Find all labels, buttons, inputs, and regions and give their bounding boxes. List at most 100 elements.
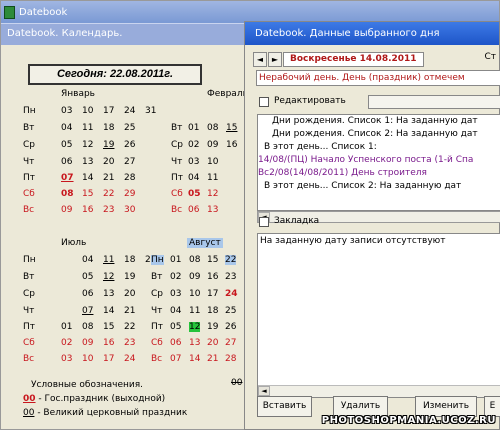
day-cell[interactable]: 04 (170, 306, 190, 316)
bookmark-checkbox[interactable] (259, 217, 269, 227)
day-cell[interactable]: 09 (189, 272, 209, 282)
day-cell[interactable]: 18 (207, 306, 227, 316)
day-cell[interactable]: 25 (225, 306, 245, 316)
edit-checkbox[interactable] (259, 97, 269, 107)
day-cell[interactable]: 06 (82, 289, 102, 299)
day-cell[interactable]: 03 (188, 157, 208, 167)
day-cell[interactable]: 23 (124, 338, 144, 348)
day-cell[interactable]: 05 (61, 140, 81, 150)
day-cell[interactable]: 10 (82, 354, 102, 364)
day-cell[interactable]: 07 (82, 306, 102, 316)
day-cell[interactable]: 01 (170, 255, 190, 265)
day-cell[interactable]: 12 (103, 272, 123, 282)
day-cell[interactable]: 13 (82, 157, 102, 167)
day-cell[interactable]: 21 (124, 306, 144, 316)
day-cell[interactable]: 04 (188, 173, 208, 183)
day-cell[interactable]: 08 (207, 123, 227, 133)
day-cell[interactable]: 09 (61, 205, 81, 215)
prev-day-button[interactable]: ◄ (253, 52, 267, 67)
day-cell[interactable]: 01 (188, 123, 208, 133)
events-list[interactable]: Дни рождения. Список 1: На заданную дат … (257, 114, 500, 211)
day-cell[interactable]: 05 (82, 272, 102, 282)
day-cell[interactable]: 07 (170, 354, 190, 364)
day-cell[interactable]: 18 (124, 255, 144, 265)
day-cell[interactable]: 11 (103, 255, 123, 265)
day-cell[interactable]: 15 (103, 322, 123, 332)
day-cell[interactable]: 14 (82, 173, 102, 183)
day-cell[interactable]: 26 (124, 140, 144, 150)
day-details-titlebar[interactable]: Datebook. Данные выбранного дня (245, 22, 499, 45)
day-cell[interactable]: 11 (82, 123, 102, 133)
day-cell[interactable]: 29 (124, 189, 144, 199)
day-cell[interactable]: 22 (103, 189, 123, 199)
change-button[interactable]: Изменить (415, 396, 477, 417)
day-cell[interactable]: 02 (170, 272, 190, 282)
day-cell[interactable]: 04 (61, 123, 81, 133)
day-cell[interactable]: 25 (124, 123, 144, 133)
day-cell[interactable]: 26 (225, 322, 245, 332)
day-cell[interactable]: 08 (61, 189, 81, 199)
day-cell[interactable]: 12 (189, 322, 209, 332)
day-cell[interactable]: 08 (82, 322, 102, 332)
delete-button[interactable]: Удалить (333, 396, 388, 417)
day-cell[interactable]: 27 (225, 338, 245, 348)
day-cell[interactable]: 16 (207, 272, 227, 282)
day-cell[interactable]: 14 (103, 306, 123, 316)
calendar-menu-label[interactable]: Datebook. Календарь. (7, 28, 122, 39)
day-cell[interactable]: 28 (225, 354, 245, 364)
calendar-titlebar[interactable]: Datebook (1, 1, 499, 23)
day-cell[interactable]: 12 (82, 140, 102, 150)
day-cell[interactable]: 21 (207, 354, 227, 364)
day-cell[interactable]: 03 (61, 106, 81, 116)
day-cell[interactable]: 12 (207, 189, 227, 199)
day-cell[interactable]: 19 (103, 140, 123, 150)
notes-area[interactable]: На заданную дату записи отсутствуют ◄ (257, 233, 500, 398)
day-cell[interactable]: 17 (207, 289, 227, 299)
day-cell[interactable]: 24 (124, 354, 144, 364)
day-cell[interactable]: 11 (189, 306, 209, 316)
edit-field[interactable] (368, 95, 500, 109)
day-cell[interactable]: 09 (207, 140, 227, 150)
day-cell[interactable]: 16 (226, 140, 246, 150)
day-cell[interactable]: 23 (103, 205, 123, 215)
day-cell[interactable]: 16 (103, 338, 123, 348)
day-cell[interactable]: 28 (124, 173, 144, 183)
more-button[interactable]: Е (484, 396, 500, 417)
day-cell[interactable]: 13 (103, 289, 123, 299)
day-cell[interactable]: 27 (124, 157, 144, 167)
day-cell[interactable]: 14 (189, 354, 209, 364)
day-cell[interactable]: 17 (103, 354, 123, 364)
day-cell[interactable]: 04 (82, 255, 102, 265)
day-cell[interactable]: 10 (189, 289, 209, 299)
day-cell[interactable]: 20 (124, 289, 144, 299)
day-cell[interactable]: 02 (188, 140, 208, 150)
day-cell[interactable]: 21 (103, 173, 123, 183)
day-cell[interactable]: 05 (188, 189, 208, 199)
day-cell[interactable]: 11 (207, 173, 227, 183)
day-cell[interactable]: 15 (226, 123, 246, 133)
day-cell[interactable]: 30 (124, 205, 144, 215)
day-cell[interactable]: 23 (225, 272, 245, 282)
day-cell[interactable]: 06 (188, 205, 208, 215)
day-cell[interactable]: 22 (225, 255, 245, 265)
day-cell[interactable]: 16 (82, 205, 102, 215)
day-cell[interactable]: 15 (207, 255, 227, 265)
day-cell[interactable]: 10 (207, 157, 227, 167)
day-cell[interactable]: 10 (82, 106, 102, 116)
day-cell[interactable]: 18 (103, 123, 123, 133)
day-cell[interactable]: 24 (124, 106, 144, 116)
day-cell[interactable]: 09 (82, 338, 102, 348)
insert-button[interactable]: Вставить (257, 396, 312, 417)
day-cell[interactable]: 06 (170, 338, 190, 348)
day-cell[interactable]: 20 (103, 157, 123, 167)
scroll-left-icon[interactable]: ◄ (258, 386, 270, 396)
next-day-button[interactable]: ► (268, 52, 282, 67)
day-cell[interactable]: 01 (61, 322, 81, 332)
day-cell[interactable]: 15 (82, 189, 102, 199)
day-cell[interactable]: 17 (103, 106, 123, 116)
day-cell[interactable]: 03 (170, 289, 190, 299)
day-cell[interactable]: 24 (225, 289, 245, 299)
day-cell[interactable]: 08 (189, 255, 209, 265)
day-cell[interactable]: 06 (61, 157, 81, 167)
day-cell[interactable]: 05 (170, 322, 190, 332)
